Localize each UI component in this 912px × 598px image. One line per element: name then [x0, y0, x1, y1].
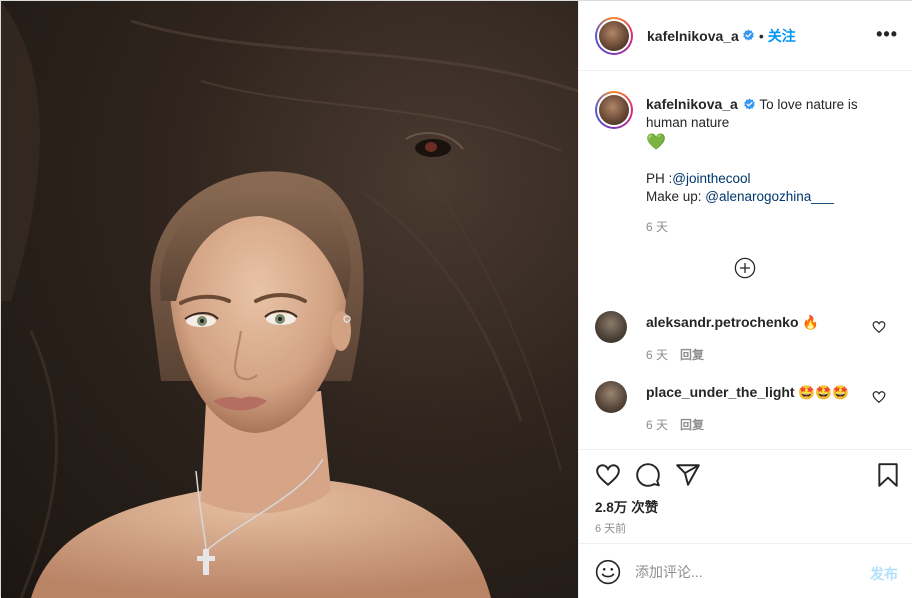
caption-emoji: 💚: [646, 134, 666, 151]
caption-makeup-prefix: Make up:: [646, 189, 706, 204]
comment-body: aleksandr.petrochenko 🔥: [646, 314, 819, 331]
verified-badge-icon: [744, 98, 755, 110]
commenter-avatar[interactable]: [595, 381, 627, 413]
caption-ph-link[interactable]: @jointhecool: [672, 171, 750, 186]
share-icon[interactable]: [675, 462, 701, 488]
comment-like-heart-icon[interactable]: [872, 390, 886, 404]
comment-input[interactable]: [635, 561, 855, 583]
caption-makeup-link[interactable]: @alenarogozhina___: [705, 189, 834, 204]
comment-item: place_under_the_light 🤩🤩🤩 6 天回复: [595, 381, 900, 433]
reply-button[interactable]: 回复: [680, 348, 704, 362]
comment-time: 6 天: [646, 348, 669, 362]
bookmark-icon[interactable]: [875, 462, 901, 488]
commenter-username[interactable]: aleksandr.petrochenko: [646, 314, 799, 330]
post-actions: 2.8万 次赞 6 天前: [579, 449, 912, 543]
add-comment-bar: 发布: [579, 543, 912, 598]
reply-button[interactable]: 回复: [680, 418, 704, 432]
comment-text: 🤩🤩🤩: [798, 385, 849, 400]
caption-ph-prefix: PH :: [646, 171, 673, 186]
comment-item: aleksandr.petrochenko 🔥 6 天回复: [595, 311, 900, 363]
comment-icon[interactable]: [635, 462, 661, 488]
comment-text: 🔥: [802, 315, 820, 330]
post-window: kafelnikova_a • 关注 ••• kafelnikova_a To …: [0, 0, 912, 598]
comment-time: 6 天: [646, 418, 669, 432]
load-more-icon[interactable]: [734, 257, 756, 279]
post-photo[interactable]: [1, 1, 578, 598]
likes-label: 次赞: [631, 500, 659, 515]
header-separator: •: [758, 27, 764, 44]
caption-time: 6 天: [646, 220, 669, 234]
caption-text-block: kafelnikova_a To love nature is human na…: [646, 95, 896, 236]
comment-like-heart-icon[interactable]: [872, 320, 886, 334]
comment-meta: 6 天回复: [646, 416, 704, 433]
emoji-icon[interactable]: [595, 559, 621, 585]
commenter-username[interactable]: place_under_the_light: [646, 384, 795, 400]
comment-body: place_under_the_light 🤩🤩🤩: [646, 384, 849, 401]
post-details-panel: kafelnikova_a • 关注 ••• kafelnikova_a To …: [578, 1, 912, 598]
post-header: kafelnikova_a • 关注 •••: [579, 1, 912, 71]
photo-illustration: [1, 1, 578, 598]
more-options-icon[interactable]: •••: [876, 25, 898, 43]
follow-button[interactable]: 关注: [768, 26, 796, 46]
posted-time: 6 天前: [595, 523, 627, 535]
commenter-avatar[interactable]: [595, 311, 627, 343]
comment-meta: 6 天回复: [646, 346, 704, 363]
caption-avatar[interactable]: [595, 91, 633, 129]
likes-number: 2.8万: [595, 500, 628, 515]
author-username[interactable]: kafelnikova_a: [647, 28, 739, 44]
author-avatar[interactable]: [595, 16, 633, 55]
caption-username[interactable]: kafelnikova_a: [646, 96, 738, 112]
heart-icon[interactable]: [595, 462, 621, 488]
likes-count[interactable]: 2.8万 次赞: [595, 496, 658, 516]
post-comment-button[interactable]: 发布: [870, 564, 898, 584]
verified-badge-icon: [743, 29, 754, 41]
